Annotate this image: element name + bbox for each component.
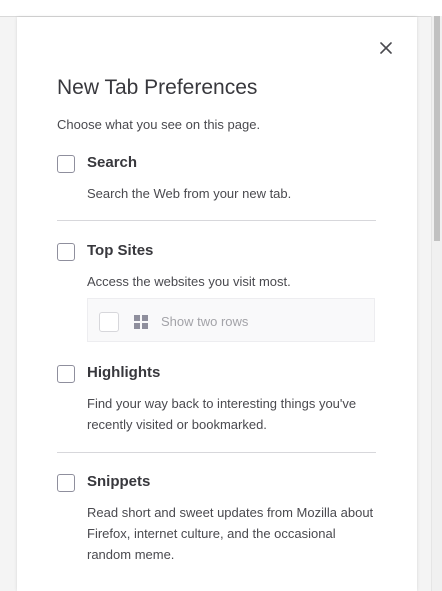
close-icon [380,42,392,54]
preferences-panel: New Tab Preferences Choose what you see … [17,17,417,591]
search-description: Search the Web from your new tab. [87,186,292,201]
page-scrollbar[interactable] [431,16,442,591]
search-checkbox[interactable] [57,155,75,173]
divider [57,452,376,453]
divider [57,220,376,221]
grid-icon [134,315,148,329]
show-two-rows-checkbox[interactable] [99,312,119,332]
panel-subtitle: Choose what you see on this page. [57,117,261,132]
top-sites-description: Access the websites you visit most. [87,274,291,289]
highlights-description: Find your way back to interesting things… [87,396,357,432]
panel-title: New Tab Preferences [57,76,258,99]
search-label[interactable]: Search [87,154,137,171]
snippets-description: Read short and sweet updates from Mozill… [87,505,374,562]
top-sites-checkbox[interactable] [57,243,75,261]
highlights-label[interactable]: Highlights [87,364,160,381]
snippets-checkbox[interactable] [57,474,75,492]
snippets-label[interactable]: Snippets [87,473,150,490]
scrollbar-thumb[interactable] [434,16,440,241]
close-button[interactable] [373,35,399,61]
highlights-checkbox[interactable] [57,365,75,383]
browser-top-edge [0,0,442,17]
show-two-rows-label: Show two rows [161,314,249,329]
show-two-rows-option[interactable]: Show two rows [87,298,375,342]
top-sites-label[interactable]: Top Sites [87,242,153,259]
